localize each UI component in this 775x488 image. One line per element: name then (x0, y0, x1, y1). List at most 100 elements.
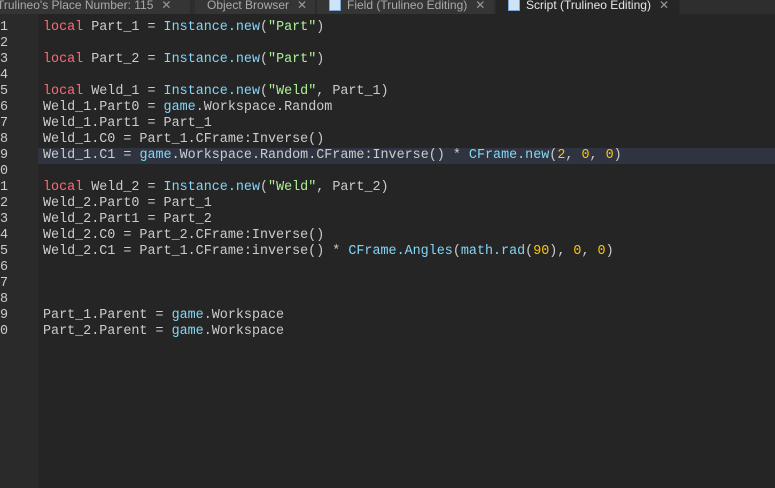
token: ( (259, 20, 269, 35)
token: "Part" (268, 20, 317, 35)
token: , (589, 148, 606, 163)
code-text: Weld_2.C0 = Part_2.CFrame:Inverse() (43, 228, 324, 244)
code-text: Weld_1.C1 = game.Workspace.Random.CFrame… (43, 148, 622, 164)
token: Instance.new (163, 20, 260, 35)
code-line[interactable]: local Part_1 = Instance.new("Part") (38, 20, 775, 36)
token: 0 (581, 148, 590, 163)
token: local (43, 52, 84, 67)
token: game (139, 148, 172, 163)
line-number: 2 (0, 36, 8, 51)
tab-3[interactable]: Field (Trulineo Editing) ✕ (317, 0, 495, 14)
token: 0 (605, 148, 614, 163)
code-text: local Part_2 = Instance.new("Part") (43, 52, 324, 68)
tab-bar: Trulineo's Place Number: 115 ✕ Object Brow… (0, 0, 775, 14)
token: Part_1.Parent = (43, 308, 172, 323)
code-line[interactable]: Weld_2.Part0 = Part_1 (38, 196, 775, 212)
code-line[interactable]: Weld_2.C0 = Part_2.CFrame:Inverse() (38, 228, 775, 244)
token: ), (549, 244, 574, 259)
code-line[interactable] (38, 292, 775, 308)
code-line[interactable]: Part_1.Parent = game.Workspace (38, 308, 775, 324)
code-editor[interactable]: local Part_1 = Instance.new("Part") local… (38, 14, 775, 488)
token: Weld_2.C0 = Part_2.CFrame:Inverse() (43, 228, 325, 243)
token: , Part_2) (316, 180, 389, 195)
code-line[interactable] (38, 164, 775, 180)
code-line[interactable]: Weld_2.Part1 = Part_2 (38, 212, 775, 228)
line-number: 19 (0, 308, 9, 323)
token: local (43, 84, 84, 99)
line-number: 1 (0, 20, 8, 35)
token: , (581, 244, 598, 259)
line-number: 3 (0, 52, 8, 67)
line-number: 11 (0, 180, 9, 195)
close-icon[interactable]: ✕ (659, 0, 669, 11)
token: "Part" (268, 52, 317, 67)
token: "Weld" (268, 180, 317, 195)
token: Weld_2.Part1 = Part_2 (43, 212, 212, 227)
line-number-gutter: 1234567891011121314151617181920 (0, 14, 38, 488)
code-line[interactable] (38, 36, 775, 52)
token: Part_1 = (83, 20, 164, 35)
code-line[interactable]: Weld_2.C1 = Part_1.CFrame:inverse() * CF… (38, 244, 775, 260)
token: 0 (597, 244, 606, 259)
script-icon (508, 0, 520, 11)
close-icon[interactable]: ✕ (161, 0, 171, 11)
line-number: 18 (0, 292, 9, 307)
token: ) (605, 244, 614, 259)
line-number: 4 (0, 68, 8, 83)
code-text: Weld_1.C0 = Part_1.CFrame:Inverse() (43, 132, 324, 148)
tab-label: Field (Trulineo Editing) (347, 0, 468, 12)
token: ( (525, 244, 534, 259)
token: ( (259, 52, 269, 67)
line-number: 15 (0, 244, 9, 259)
code-line[interactable] (38, 276, 775, 292)
code-line[interactable]: local Weld_2 = Instance.new("Weld", Part… (38, 180, 775, 196)
token: math.rad (460, 244, 526, 259)
token: ( (259, 84, 269, 99)
code-text: Weld_2.Part0 = Part_1 (43, 196, 212, 212)
line-number: 16 (0, 260, 9, 275)
tab-label: Trulineo's Place Number: 115 (0, 0, 154, 12)
token: ) (613, 148, 622, 163)
code-line[interactable]: Part_2.Parent = game.Workspace (38, 324, 775, 340)
line-number: 10 (0, 164, 9, 179)
token: game (171, 324, 204, 339)
token: ) (316, 52, 325, 67)
token: "Weld" (268, 84, 317, 99)
token: .Workspace (203, 324, 285, 339)
script-icon (329, 0, 341, 11)
code-line[interactable]: Weld_1.Part1 = Part_1 (38, 116, 775, 132)
code-text: local Part_1 = Instance.new("Part") (43, 20, 324, 36)
token: , (565, 148, 582, 163)
code-line[interactable]: Weld_1.Part0 = game.Workspace.Random (38, 100, 775, 116)
code-line[interactable]: local Part_2 = Instance.new("Part") (38, 52, 775, 68)
token: , Part_1) (316, 84, 389, 99)
token: ) (316, 20, 325, 35)
close-icon[interactable]: ✕ (297, 0, 307, 11)
code-text: Weld_2.Part1 = Part_2 (43, 212, 212, 228)
line-number: 20 (0, 324, 9, 339)
code-line[interactable]: Weld_1.C0 = Part_1.CFrame:Inverse() (38, 132, 775, 148)
tab-1[interactable]: Trulineo's Place Number: 115 ✕ (0, 0, 191, 14)
code-line[interactable] (38, 260, 775, 276)
line-number: 13 (0, 212, 9, 227)
line-number: 12 (0, 196, 9, 211)
code-line[interactable]: local Weld_1 = Instance.new("Weld", Part… (38, 84, 775, 100)
code-text: Weld_1.Part0 = game.Workspace.Random (43, 100, 332, 116)
code-text: Part_1.Parent = game.Workspace (43, 308, 284, 324)
tab-4[interactable]: Script (Trulineo Editing) ✕ (496, 0, 680, 14)
code-text: Weld_2.C1 = Part_1.CFrame:inverse() * CF… (43, 244, 614, 260)
close-icon[interactable]: ✕ (475, 0, 485, 11)
code-line[interactable] (38, 68, 775, 84)
code-line[interactable]: Weld_1.C1 = game.Workspace.Random.CFrame… (38, 148, 775, 164)
line-number: 6 (0, 100, 8, 115)
token: Instance.new (163, 84, 260, 99)
token: .Workspace.Random (195, 100, 333, 115)
token: ( (452, 244, 461, 259)
line-number: 7 (0, 116, 8, 131)
tab-2[interactable]: Object Browser ✕ (195, 0, 316, 14)
line-number: 14 (0, 228, 9, 243)
token: Weld_2.Part0 = Part_1 (43, 196, 212, 211)
token: Instance.new (163, 52, 260, 67)
token: CFrame.Angles (348, 244, 453, 259)
token: Weld_1.C0 = Part_1.CFrame:Inverse() (43, 132, 325, 147)
